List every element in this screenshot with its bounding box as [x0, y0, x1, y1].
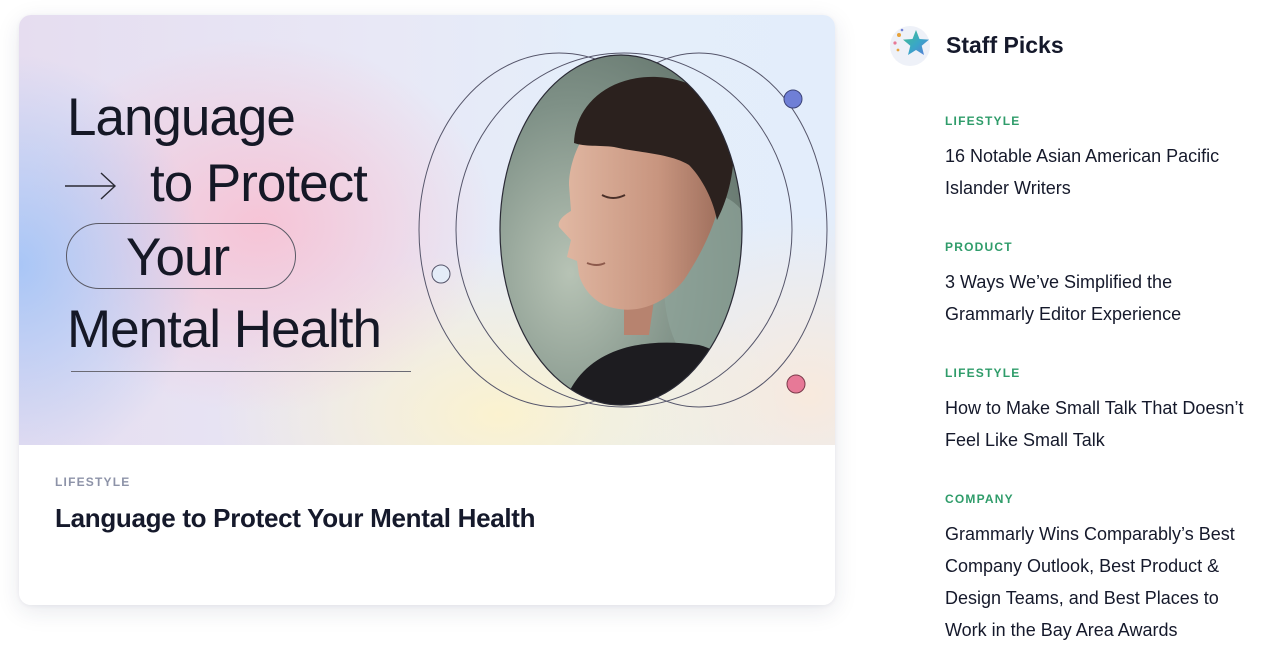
featured-card-body: LIFESTYLE Language to Protect Your Menta… — [19, 445, 835, 605]
featured-article-card[interactable]: Language to Protect Your Mental Health L… — [19, 15, 835, 605]
arrow-right-icon — [65, 172, 117, 200]
hero-line-3: Your — [126, 228, 230, 287]
staff-pick-item[interactable]: PRODUCT 3 Ways We’ve Simplified the Gram… — [945, 240, 1265, 330]
hero-line-4: Mental Health — [67, 300, 382, 359]
hero-line-2: to Protect — [150, 154, 368, 213]
staff-pick-item[interactable]: COMPANY Grammarly Wins Comparably’s Best… — [945, 492, 1265, 646]
staff-pick-title[interactable]: 16 Notable Asian American Pacific Island… — [945, 140, 1265, 204]
hero-underline — [71, 371, 411, 372]
staff-pick-title[interactable]: 3 Ways We’ve Simplified the Grammarly Ed… — [945, 266, 1265, 330]
sparkle-star-icon — [890, 26, 930, 66]
staff-pick-category[interactable]: PRODUCT — [945, 240, 1265, 254]
staff-pick-item[interactable]: LIFESTYLE 16 Notable Asian American Paci… — [945, 114, 1265, 204]
featured-category[interactable]: LIFESTYLE — [55, 475, 130, 489]
staff-pick-title[interactable]: Grammarly Wins Comparably’s Best Company… — [945, 518, 1265, 646]
staff-picks-header: Staff Picks — [888, 24, 1268, 70]
portrait-photo — [500, 55, 742, 405]
portrait-orbit-graphic — [418, 52, 828, 408]
staff-pick-category[interactable]: COMPANY — [945, 492, 1265, 506]
staff-pick-category[interactable]: LIFESTYLE — [945, 366, 1265, 380]
staff-pick-title[interactable]: How to Make Small Talk That Doesn’t Feel… — [945, 392, 1265, 456]
orbit-dot-white — [431, 264, 451, 284]
staff-picks-title: Staff Picks — [946, 32, 1064, 58]
featured-hero-image: Language to Protect Your Mental Health — [19, 15, 835, 445]
staff-pick-category[interactable]: LIFESTYLE — [945, 114, 1265, 128]
orbit-dot-blue — [783, 89, 803, 109]
featured-title[interactable]: Language to Protect Your Mental Health — [55, 503, 536, 534]
staff-pick-item[interactable]: LIFESTYLE How to Make Small Talk That Do… — [945, 366, 1265, 456]
hero-line-1: Language — [67, 88, 296, 147]
orbit-dot-pink — [786, 374, 806, 394]
